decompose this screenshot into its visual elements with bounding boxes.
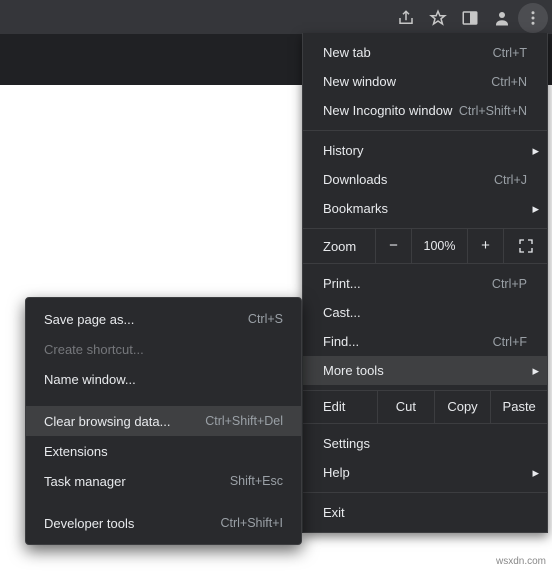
menu-item-new-incognito[interactable]: New Incognito window Ctrl+Shift+N [303, 96, 547, 125]
profile-icon[interactable] [486, 3, 518, 33]
menu-item-cast[interactable]: Cast... [303, 298, 547, 327]
submenu-item-extensions[interactable]: Extensions [26, 436, 301, 466]
submenu-item-task-manager[interactable]: Task manager Shift+Esc [26, 466, 301, 496]
chevron-right-icon: ▸ [532, 143, 539, 159]
menu-shortcut: Ctrl+Shift+Del [205, 414, 283, 428]
menu-label: Cast... [323, 305, 361, 320]
reader-icon[interactable] [454, 3, 486, 33]
edit-paste-button[interactable]: Paste [490, 391, 547, 423]
menu-item-more-tools[interactable]: More tools ▸ [303, 356, 547, 385]
menu-label: Exit [323, 505, 345, 520]
submenu-item-developer-tools[interactable]: Developer tools Ctrl+Shift+I [26, 508, 301, 538]
menu-label: Print... [323, 276, 361, 291]
menu-label: More tools [323, 363, 384, 378]
menu-item-history[interactable]: History ▸ [303, 136, 547, 165]
menu-shortcut: Ctrl+N [491, 75, 527, 89]
chevron-right-icon: ▸ [532, 465, 539, 481]
menu-label: Settings [323, 436, 370, 451]
menu-item-help[interactable]: Help ▸ [303, 458, 547, 487]
menu-shortcut: Ctrl+Shift+N [459, 104, 527, 118]
menu-zoom-row: Zoom − 100% + [303, 229, 547, 263]
menu-item-downloads[interactable]: Downloads Ctrl+J [303, 165, 547, 194]
more-vert-icon[interactable] [518, 3, 548, 33]
zoom-out-button[interactable]: − [375, 229, 411, 263]
submenu-item-name-window[interactable]: Name window... [26, 364, 301, 394]
edit-cut-button[interactable]: Cut [377, 391, 434, 423]
menu-shortcut: Ctrl+F [493, 335, 527, 349]
menu-item-settings[interactable]: Settings [303, 429, 547, 458]
menu-label: Save page as... [44, 312, 134, 327]
menu-shortcut: Ctrl+J [494, 173, 527, 187]
edit-label: Edit [303, 391, 377, 423]
menu-label: Downloads [323, 172, 387, 187]
submenu-item-clear-browsing-data[interactable]: Clear browsing data... Ctrl+Shift+Del [26, 406, 301, 436]
browser-toolbar [390, 3, 548, 33]
menu-label: History [323, 143, 363, 158]
zoom-label: Zoom [303, 239, 375, 254]
menu-shortcut: Ctrl+Shift+I [220, 516, 283, 530]
menu-item-bookmarks[interactable]: Bookmarks ▸ [303, 194, 547, 223]
menu-shortcut: Ctrl+S [248, 312, 283, 326]
menu-label: New window [323, 74, 396, 89]
zoom-in-button[interactable]: + [467, 229, 503, 263]
share-icon[interactable] [390, 3, 422, 33]
watermark: wsxdn.com [496, 556, 546, 567]
submenu-item-save-page[interactable]: Save page as... Ctrl+S [26, 304, 301, 334]
edit-copy-button[interactable]: Copy [434, 391, 491, 423]
main-context-menu: New tab Ctrl+T New window Ctrl+N New Inc… [302, 33, 548, 533]
menu-item-new-tab[interactable]: New tab Ctrl+T [303, 38, 547, 67]
menu-label: Create shortcut... [44, 342, 144, 357]
menu-item-print[interactable]: Print... Ctrl+P [303, 269, 547, 298]
menu-label: Task manager [44, 474, 126, 489]
menu-label: Clear browsing data... [44, 414, 170, 429]
zoom-percent: 100% [411, 229, 467, 263]
submenu-item-create-shortcut: Create shortcut... [26, 334, 301, 364]
menu-label: Find... [323, 334, 359, 349]
star-icon[interactable] [422, 3, 454, 33]
menu-item-new-window[interactable]: New window Ctrl+N [303, 67, 547, 96]
menu-label: Help [323, 465, 350, 480]
menu-label: New tab [323, 45, 371, 60]
menu-label: Extensions [44, 444, 108, 459]
menu-shortcut: Ctrl+T [493, 46, 527, 60]
menu-item-find[interactable]: Find... Ctrl+F [303, 327, 547, 356]
menu-label: Name window... [44, 372, 136, 387]
chevron-right-icon: ▸ [532, 363, 539, 379]
menu-label: Bookmarks [323, 201, 388, 216]
more-tools-submenu: Save page as... Ctrl+S Create shortcut..… [25, 297, 302, 545]
menu-label: New Incognito window [323, 103, 452, 118]
menu-label: Developer tools [44, 516, 134, 531]
menu-shortcut: Shift+Esc [230, 474, 283, 488]
chevron-right-icon: ▸ [532, 201, 539, 217]
menu-edit-row: Edit Cut Copy Paste [303, 391, 547, 423]
menu-item-exit[interactable]: Exit [303, 498, 547, 527]
menu-shortcut: Ctrl+P [492, 277, 527, 291]
fullscreen-button[interactable] [503, 229, 547, 263]
